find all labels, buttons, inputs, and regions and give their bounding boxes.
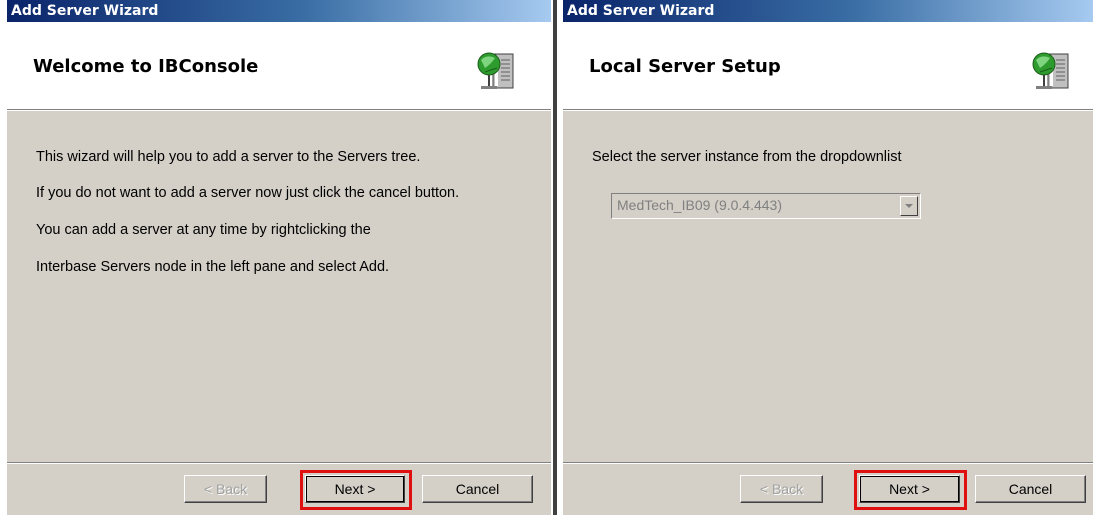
- footer-separator-highlight: [7, 463, 551, 464]
- wizard-header: Local Server Setup: [563, 22, 1093, 110]
- next-button-highlight: [854, 470, 967, 510]
- instruction-text: Select the server instance from the drop…: [592, 149, 902, 165]
- server-instance-select[interactable]: MedTech_IB09 (9.0.4.443): [611, 193, 921, 219]
- footer-separator-highlight: [563, 463, 1093, 464]
- window-title-bar[interactable]: Add Server Wizard: [563, 0, 1093, 22]
- body-line-4: Interbase Servers node in the left pane …: [36, 259, 390, 275]
- chevron-down-icon[interactable]: [900, 196, 918, 216]
- header-separator: [563, 110, 1093, 111]
- body-line-1: This wizard will help you to add a serve…: [36, 149, 421, 165]
- welcome-dialog: Add Server Wizard Welcome to IBConsole T…: [7, 0, 551, 515]
- page-title: Welcome to IBConsole: [33, 56, 259, 77]
- screenshot-divider: [553, 0, 557, 515]
- local-server-setup-dialog: Add Server Wizard Local Server Setup Sel…: [563, 0, 1093, 515]
- server-globe-icon: [477, 52, 514, 89]
- window-title-bar[interactable]: Add Server Wizard: [7, 0, 551, 22]
- cancel-button[interactable]: Cancel: [975, 475, 1086, 503]
- cancel-button[interactable]: Cancel: [422, 475, 533, 503]
- page-title: Local Server Setup: [589, 56, 781, 77]
- body-line-2: If you do not want to add a server now j…: [36, 185, 460, 201]
- server-globe-icon: [1032, 52, 1069, 89]
- server-instance-value: MedTech_IB09 (9.0.4.443): [617, 197, 782, 213]
- body-line-3: You can add a server at any time by righ…: [36, 222, 371, 238]
- next-button-highlight: [300, 470, 412, 510]
- header-separator: [7, 110, 551, 111]
- back-button[interactable]: < Back: [740, 475, 823, 503]
- back-button[interactable]: < Back: [184, 475, 267, 503]
- wizard-header: Welcome to IBConsole: [7, 22, 551, 110]
